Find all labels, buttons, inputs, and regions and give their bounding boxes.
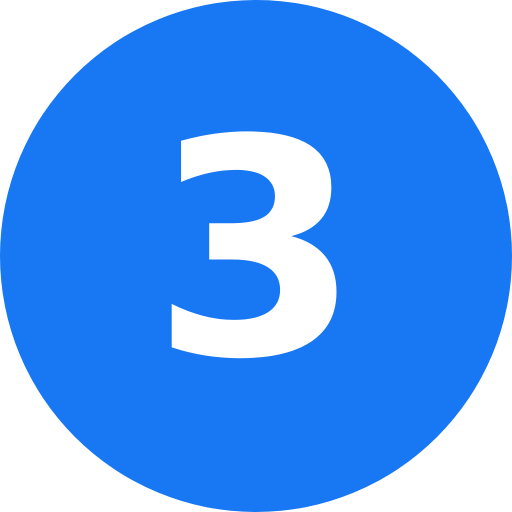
badge-number: 3 xyxy=(151,76,361,425)
number-badge: 3 xyxy=(0,0,512,512)
